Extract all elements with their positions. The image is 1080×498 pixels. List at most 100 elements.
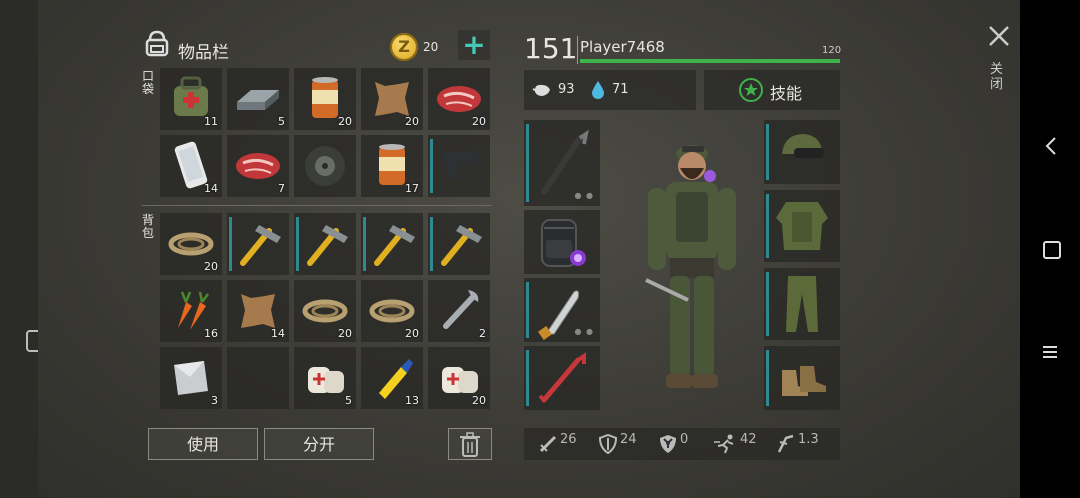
inventory-slot[interactable]: 20 [428, 68, 490, 130]
inventory-slot[interactable]: 20 [294, 68, 356, 130]
item-count: 5 [345, 394, 352, 407]
inventory-slot[interactable]: 5 [294, 347, 356, 409]
pistol-icon [442, 153, 478, 179]
inventory-screen: 物品栏 Z 20 + 口袋 背包 11 5 20 20 20 14 7 17 20 16 14 20 2… [38, 0, 1020, 498]
skills-label: 技能 [770, 84, 803, 103]
player-level: 151 [524, 32, 578, 65]
inventory-slot[interactable]: 7 [227, 135, 289, 197]
item-count: 2 [479, 327, 486, 340]
speed-value: 42 [740, 432, 757, 447]
feet-slot[interactable] [764, 346, 840, 410]
back-icon[interactable] [1044, 136, 1058, 156]
hunger-value: 93 [558, 82, 575, 97]
crowbar-red-icon [538, 352, 586, 403]
inventory-slot[interactable]: 20 [160, 213, 222, 275]
durability-dots: ● ● [574, 327, 594, 336]
item-count: 7 [278, 182, 285, 195]
player-name: Player7468 [580, 38, 665, 56]
item-count: 20 [405, 327, 419, 340]
defense-value: 24 [620, 432, 637, 447]
inventory-slot[interactable] [428, 135, 490, 197]
coin-icon: Z [390, 33, 418, 61]
item-count: 20 [204, 260, 218, 273]
inventory-slot[interactable]: 20 [294, 280, 356, 342]
character-model [626, 130, 756, 410]
inventory-slot[interactable]: 2 [428, 280, 490, 342]
hammer-icon [307, 225, 348, 266]
item-count: 20 [338, 327, 352, 340]
inventory-slot[interactable]: 17 [361, 135, 423, 197]
item-count: 20 [338, 115, 352, 128]
item-count: 17 [405, 182, 419, 195]
inventory-slot[interactable] [294, 135, 356, 197]
split-button[interactable]: 分开 [264, 428, 374, 460]
inventory-slot[interactable]: 20 [428, 347, 490, 409]
backpack-icon [541, 219, 586, 267]
pockets-label: 口袋 [142, 69, 155, 96]
home-icon[interactable] [1043, 241, 1061, 259]
backpack-header-icon [142, 28, 172, 58]
inventory-slot[interactable]: 14 [160, 135, 222, 197]
inventory-slot[interactable] [361, 213, 423, 275]
star-badge-icon [739, 78, 763, 102]
hammer-icon [441, 225, 482, 266]
inventory-slot[interactable]: 13 [361, 347, 423, 409]
item-count: 16 [204, 327, 218, 340]
weapon-slot[interactable]: ● ● [524, 120, 600, 206]
item-count: 14 [271, 327, 285, 340]
inventory-title: 物品栏 [178, 43, 229, 63]
inventory-slot[interactable]: 11 [160, 68, 222, 130]
menu-icon[interactable] [1042, 345, 1058, 359]
item-count: 13 [405, 394, 419, 407]
item-count: 20 [405, 115, 419, 128]
stealth-icon [777, 434, 794, 453]
hammer-icon [374, 225, 415, 266]
inventory-slot[interactable] [294, 213, 356, 275]
attack-icon [539, 435, 557, 453]
radiation-value: 0 [680, 432, 689, 447]
item-count: 5 [278, 115, 285, 128]
melee-slot[interactable]: ● ● [524, 278, 600, 342]
stealth-value: 1.3 [798, 432, 819, 447]
xp-bar-fill [580, 59, 840, 63]
inventory-slot[interactable]: 20 [361, 280, 423, 342]
use-button[interactable]: 使用 [148, 428, 258, 460]
inventory-slot-empty[interactable] [227, 347, 289, 409]
vitals-panel: 93 71 [524, 70, 696, 110]
inventory-slot[interactable]: 20 [361, 68, 423, 130]
inventory-slot[interactable]: 14 [227, 280, 289, 342]
inventory-slot[interactable] [227, 213, 289, 275]
trash-icon [460, 432, 480, 457]
coin-count: 20 [423, 40, 439, 54]
armor-shield-icon [598, 434, 618, 454]
thirst-value: 71 [612, 82, 629, 97]
camo-pants-icon [786, 276, 818, 332]
item-count: 3 [211, 394, 218, 407]
inventory-slot[interactable]: 16 [160, 280, 222, 342]
item-count: 20 [472, 115, 486, 128]
inventory-slot[interactable]: 3 [160, 347, 222, 409]
durability-dots: ● ● [574, 191, 594, 200]
close-button[interactable]: 关闭 [984, 22, 1014, 102]
system-nav-bar [1020, 0, 1080, 498]
tool-slot[interactable] [524, 346, 600, 410]
trash-button[interactable] [448, 428, 492, 460]
water-drop-icon [592, 81, 604, 99]
close-label: 关闭 [990, 62, 1004, 92]
inventory-slot[interactable] [428, 213, 490, 275]
attack-value: 26 [560, 432, 577, 447]
hunger-icon [532, 84, 550, 96]
section-divider [142, 205, 492, 206]
body-slot[interactable] [764, 190, 840, 262]
head-slot[interactable] [764, 120, 840, 184]
backpack-slot[interactable] [524, 210, 600, 274]
skills-button[interactable]: 技能 [704, 70, 840, 110]
add-coins-button[interactable]: + [458, 30, 490, 60]
xp-bar-track [580, 59, 840, 63]
xp-value: 120 [822, 45, 842, 56]
legs-slot[interactable] [764, 268, 840, 340]
inventory-slot[interactable]: 5 [227, 68, 289, 130]
camo-jacket-icon [776, 202, 828, 250]
tire-wheel-icon [305, 146, 345, 186]
backpack-label: 背包 [142, 213, 155, 240]
